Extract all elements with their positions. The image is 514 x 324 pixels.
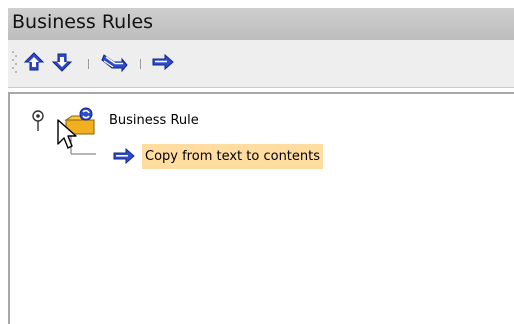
business-rules-panel: Business Rules Business Rule Copy from t…	[0, 0, 514, 324]
tree-toggle-icon[interactable]	[31, 110, 45, 134]
right-arrow-icon	[113, 147, 135, 165]
tree-node-business-rule[interactable]: Business Rule	[109, 113, 199, 128]
mouse-cursor-icon	[57, 119, 77, 149]
tree-node-copy-action[interactable]: Copy from text to contents	[142, 144, 324, 169]
